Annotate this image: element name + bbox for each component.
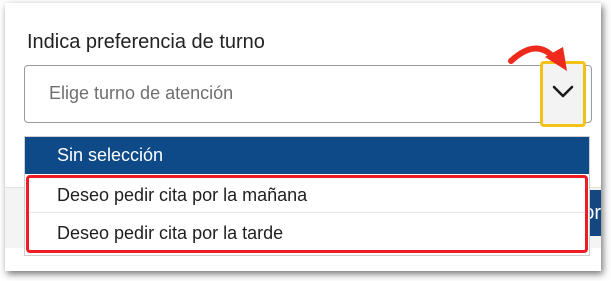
option-no-selection[interactable]: Sin selección <box>25 137 589 174</box>
form-card: or Indica preferencia de turno Elige tur… <box>5 3 601 271</box>
chevron-down-icon <box>552 85 574 98</box>
dropdown-list: Sin selección Deseo pedir cita por la ma… <box>24 136 590 256</box>
option-afternoon[interactable]: Deseo pedir cita por la tarde <box>25 214 589 252</box>
field-label: Indica preferencia de turno <box>27 31 265 53</box>
option-morning[interactable]: Deseo pedir cita por la mañana <box>25 177 589 213</box>
select-placeholder: Elige turno de atención <box>49 83 234 103</box>
curved-arrow-icon <box>508 45 567 71</box>
